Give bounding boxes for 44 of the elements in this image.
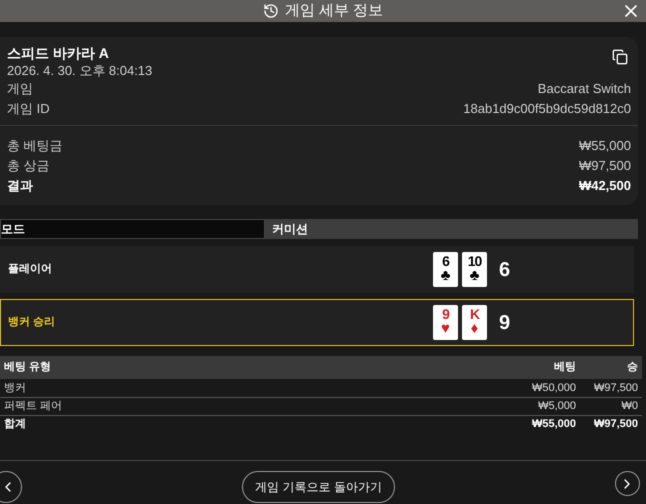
copy-icon [612,49,628,65]
hand-name: 플레이어 [8,262,53,278]
total-value: ₩55,000 [578,137,631,155]
back-to-history-button[interactable]: 게임 기록으로 돌아가기 [242,471,395,503]
table-cell-text: ₩97,500 [592,417,638,432]
detail-value: 18ab1d9c00f5b9dc59d812c0 [463,100,631,118]
next-button[interactable] [614,471,640,496]
table-cell-text: 뱅커 [4,380,27,396]
total-value: ₩97,500 [578,157,631,175]
card-suit: ♣ [470,268,480,283]
copy-button[interactable] [612,49,628,65]
total-value: ₩42,500 [578,177,631,195]
total-label: 총 상금 [7,157,50,175]
card-suit: ♦ [470,321,478,336]
detail-label: 게임 ID [7,100,50,118]
table-cell-text: 합계 [4,417,27,432]
table-cell-text: ₩97,500 [592,380,638,396]
card-rank: 6 [442,254,449,268]
column-header: 베팅 [553,360,576,376]
card-rank: K [470,307,480,321]
card-suit: ♣ [440,268,450,283]
total-label: 결과 [7,177,33,195]
table-cell-text: ₩0 [620,399,638,414]
mode-label: 모드 [0,219,265,239]
table-cell-text: ₩5,000 [537,399,576,414]
window-title: 게임 세부 정보 [284,0,384,21]
table-cell-text: ₩50,000 [530,380,576,396]
total-label: 총 베팅금 [7,137,63,155]
card-rank: 9 [442,307,449,321]
card-suit: ♥ [441,321,450,336]
column-header: 베팅 유형 [4,360,52,376]
mode-value: 커미션 [265,219,638,239]
history-icon [262,3,279,19]
table-cell-text: ₩55,000 [530,417,576,432]
card-rank: 10 [468,254,482,268]
hand-name: 뱅커 승리 [8,315,56,330]
game-datetime: 2026. 4. 30. 오후 8:04:13 [7,62,154,79]
hand-score: 6 [499,258,510,282]
detail-label: 게임 [7,80,33,98]
hand-score: 9 [499,310,510,336]
table-name: 스피드 바카라 A [7,44,109,62]
table-cell-text: 퍼펙트 페어 [4,399,64,414]
column-header: 승 [626,360,638,376]
detail-value: Baccarat Switch [538,80,631,98]
